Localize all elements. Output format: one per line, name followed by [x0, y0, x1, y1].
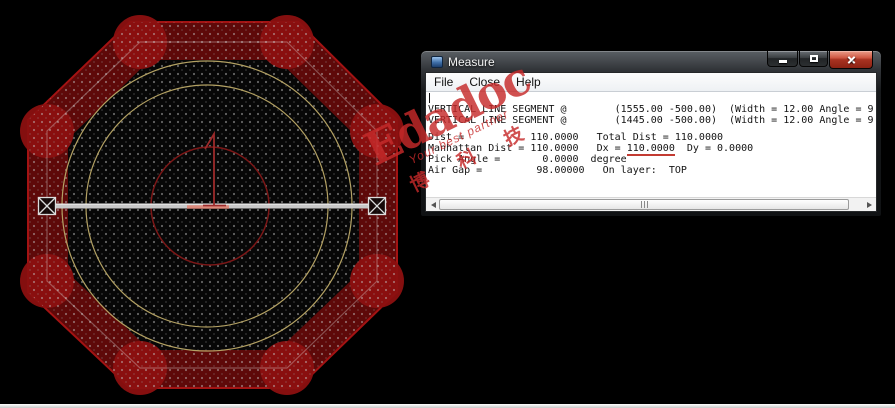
text-cursor	[429, 93, 430, 103]
segment-endpoint-marker-right[interactable]	[369, 198, 386, 215]
horizontal-scrollbar[interactable]	[426, 197, 876, 211]
minimize-icon	[779, 60, 787, 63]
segment-line: VERTICAL LINE SEGMENT @ (1445.00 -500.00…	[428, 115, 876, 126]
dist-line: Dist = 110.0000 Total Dist = 110.0000	[428, 132, 876, 143]
pcb-canvas[interactable]	[0, 0, 420, 408]
desktop-background: Measure File Close Help V	[0, 0, 895, 408]
thumb-grip-icon	[641, 201, 642, 208]
text-cursor-line	[428, 93, 876, 104]
dx-value-underlined: 110.0000	[627, 143, 675, 156]
segment-line: VERTICAL LINE SEGMENT @ (1555.00 -500.00…	[428, 104, 876, 115]
thumb-grip-icon	[647, 201, 648, 208]
screenshot-bottom-edge	[0, 404, 895, 408]
air-gap-line: Air Gap = 98.00000 On layer: TOP	[428, 165, 876, 176]
close-icon	[846, 54, 857, 65]
minimize-button[interactable]	[767, 51, 798, 67]
scroll-right-button[interactable]	[863, 199, 875, 210]
measure-window: Measure File Close Help V	[420, 50, 882, 217]
measure-output-area[interactable]: VERTICAL LINE SEGMENT @ (1555.00 -500.00…	[426, 92, 876, 197]
close-button[interactable]	[829, 51, 873, 69]
thumb-grip-icon	[644, 201, 645, 208]
scroll-left-button[interactable]	[427, 199, 439, 210]
measure-app-icon	[431, 56, 443, 68]
menu-close[interactable]: Close	[469, 75, 500, 89]
menubar: File Close Help	[426, 73, 876, 92]
maximize-button[interactable]	[799, 51, 828, 67]
scroll-right-icon	[867, 202, 872, 208]
maximize-icon	[810, 55, 818, 62]
scrollbar-thumb[interactable]	[439, 199, 849, 210]
window-title: Measure	[448, 55, 495, 69]
titlebar[interactable]: Measure	[425, 51, 877, 72]
segment-endpoint-marker-left[interactable]	[39, 198, 56, 215]
menu-help[interactable]: Help	[516, 75, 541, 89]
manhattan-line: Manhattan Dist = 110.0000 Dx = 110.0000 …	[428, 143, 876, 154]
scroll-left-icon	[431, 202, 436, 208]
menu-file[interactable]: File	[434, 75, 453, 89]
